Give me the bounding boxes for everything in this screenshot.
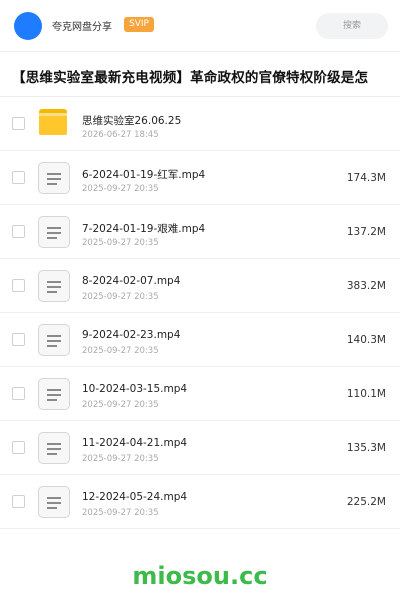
document-icon	[38, 486, 70, 518]
document-icon	[38, 378, 70, 410]
username: 夸克网盘分享	[52, 22, 112, 33]
row-checkbox[interactable]	[12, 225, 25, 238]
row-checkbox[interactable]	[12, 387, 25, 400]
folder-icon	[38, 108, 70, 140]
file-date: 2025-09-27 20:35	[82, 400, 159, 410]
file-size: 110.1M	[346, 388, 386, 400]
file-size: 140.3M	[346, 334, 386, 346]
avatar[interactable]	[14, 12, 42, 40]
file-name: 8-2024-02-07.mp4	[82, 275, 181, 287]
file-name: 9-2024-02-23.mp4	[82, 329, 181, 341]
document-icon	[38, 162, 70, 194]
file-name: 12-2024-05-24.mp4	[82, 491, 188, 503]
file-name: 11-2024-04-21.mp4	[82, 437, 188, 449]
document-icon	[38, 216, 70, 248]
file-date: 2026-06-27 18:45	[82, 130, 159, 140]
file-row[interactable]: 7-2024-01-19-艰难.mp4 2025-09-27 20:35 137…	[0, 205, 400, 259]
row-checkbox[interactable]	[12, 333, 25, 346]
file-row[interactable]: 思维实验室26.06.25 2026-06-27 18:45	[0, 97, 400, 151]
file-date: 2025-09-27 20:35	[82, 508, 159, 518]
file-date: 2025-09-27 20:35	[82, 292, 159, 302]
row-checkbox[interactable]	[12, 117, 25, 130]
document-icon	[38, 324, 70, 356]
file-row[interactable]: 10-2024-03-15.mp4 2025-09-27 20:35 110.1…	[0, 367, 400, 421]
app-header: 夸克网盘分享 SVIP 搜索	[0, 0, 400, 52]
file-row[interactable]: 9-2024-02-23.mp4 2025-09-27 20:35 140.3M	[0, 313, 400, 367]
svip-badge: SVIP	[124, 17, 154, 32]
row-checkbox[interactable]	[12, 495, 25, 508]
file-name: 6-2024-01-19-红军.mp4	[82, 169, 206, 181]
document-icon	[38, 270, 70, 302]
file-size: 135.3M	[346, 442, 386, 454]
file-size: 225.2M	[346, 496, 386, 508]
file-name: 10-2024-03-15.mp4	[82, 383, 188, 395]
file-size: 174.3M	[346, 172, 386, 184]
share-title: 【思维实验室最新充电视频】革命政权的官僚特权阶级是怎	[12, 70, 369, 86]
file-name: 7-2024-01-19-艰难.mp4	[82, 223, 206, 235]
row-checkbox[interactable]	[12, 279, 25, 292]
row-checkbox[interactable]	[12, 441, 25, 454]
file-date: 2025-09-27 20:35	[82, 346, 159, 356]
file-date: 2025-09-27 20:35	[82, 184, 159, 194]
document-icon	[38, 432, 70, 464]
file-size: 383.2M	[346, 280, 386, 292]
search-button[interactable]: 搜索	[316, 13, 388, 39]
file-row[interactable]: 8-2024-02-07.mp4 2025-09-27 20:35 383.2M	[0, 259, 400, 313]
file-date: 2025-09-27 20:35	[82, 454, 159, 464]
file-size: 137.2M	[346, 226, 386, 238]
file-row[interactable]: 6-2024-01-19-红军.mp4 2025-09-27 20:35 174…	[0, 151, 400, 205]
row-checkbox[interactable]	[12, 171, 25, 184]
file-list: 思维实验室26.06.25 2026-06-27 18:45 6-2024-01…	[0, 97, 400, 529]
file-name: 思维实验室26.06.25	[82, 115, 182, 127]
file-row[interactable]: 12-2024-05-24.mp4 2025-09-27 20:35 225.2…	[0, 475, 400, 529]
file-row[interactable]: 11-2024-04-21.mp4 2025-09-27 20:35 135.3…	[0, 421, 400, 475]
watermark-text: miosou.cc	[132, 562, 268, 590]
file-date: 2025-09-27 20:35	[82, 238, 159, 248]
